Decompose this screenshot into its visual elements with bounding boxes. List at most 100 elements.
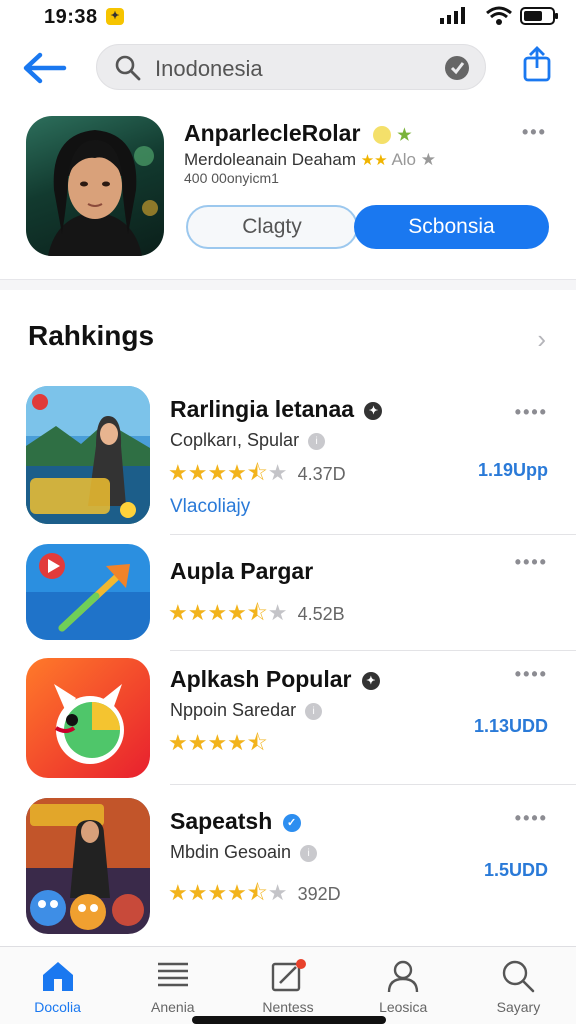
search-bar[interactable]: Inodonesia (96, 44, 486, 90)
home-indicator (192, 1016, 386, 1024)
star-badge-icon: ★ (397, 126, 412, 144)
app-size: 400 00onyicm1 (184, 170, 279, 186)
app-name: Aplkash Popular ✦ (170, 666, 380, 693)
search-icon (115, 55, 141, 81)
status-bar: 19:38 ✦ (0, 0, 576, 34)
app-icon (26, 798, 150, 934)
home-icon (42, 962, 73, 991)
app-icon (26, 658, 150, 778)
rankings-section: Rahkings › Rarlingia letanaa ✦ Coplkarı,… (0, 290, 576, 950)
notification-badge-icon: ✦ (106, 8, 124, 25)
rating-stars: ★★ (360, 152, 388, 169)
app-name: Sapeatsh ✓ (170, 808, 301, 835)
app-icon (26, 544, 150, 640)
list-item[interactable]: Aplkash Popular ✦ Nppoin Saredar i ★★★★⯪… (0, 656, 576, 785)
tab-profile[interactable]: Leosica (346, 947, 461, 1024)
rating-stars: ★★★★⯪★ 392D (168, 880, 341, 905)
app-name-text: Aplkash Popular (170, 666, 352, 692)
app-name-text: Rarlingia letanaa (170, 396, 355, 422)
rating-value: 392D (297, 884, 341, 904)
chevron-right-icon[interactable]: › (537, 324, 546, 355)
primary-button[interactable]: Scbonsia (354, 205, 549, 249)
list-item[interactable]: Sapeatsh ✓ Mbdin Gesoain i ★★★★⯪★ 392D •… (0, 796, 576, 940)
price-label[interactable]: 1.5UDD (484, 860, 548, 881)
tab-search[interactable]: Sayary (461, 947, 576, 1024)
more-options-icon[interactable]: •••• (515, 552, 548, 573)
tab-label: Leosica (379, 999, 428, 1015)
rating-stars: ★★★★⯪ (168, 730, 268, 755)
arrow-app-icon (26, 544, 150, 640)
status-indicators (438, 6, 560, 26)
rating-stars: ★★★★⯪★ 4.52B (168, 600, 345, 625)
section-title: Rahkings (28, 320, 155, 351)
app-icon[interactable] (26, 116, 164, 256)
navigation-bar: Inodonesia (0, 34, 576, 104)
app-store-screen: 19:38 ✦ Inodonesia AnparlecleRolar ★ Mer… (0, 0, 576, 1024)
rating-star-empty: ★ (420, 150, 436, 169)
app-header-card: AnparlecleRolar ★ Merdoleanain Deaham ★★… (0, 104, 576, 280)
back-arrow-icon[interactable] (20, 48, 70, 88)
developer-name: Merdoleanain Deaham (184, 150, 356, 169)
rating-value: 4.37D (297, 464, 346, 484)
verified-icon: ✓ (282, 813, 301, 832)
app-title: AnparlecleRolar ★ (184, 120, 412, 147)
more-options-icon[interactable]: •••• (515, 402, 548, 423)
app-category: Coplkarı, Spular i (170, 430, 326, 451)
rating-value: 4.52B (297, 604, 345, 624)
app-title-text: AnparlecleRolar (184, 120, 361, 146)
price-label[interactable]: 1.13UDD (474, 716, 548, 737)
tab-bar: Docolia Anenia Nentess Leosica Sayary (0, 946, 576, 1024)
app-tag[interactable]: Vlacoliajy (170, 496, 250, 518)
cartoon-app-icon (26, 798, 150, 934)
app-name-text: Sapeatsh (170, 808, 273, 834)
app-developer: Merdoleanain Deaham ★★ Alo ★ (184, 150, 436, 170)
secondary-button[interactable]: Clagty (186, 205, 358, 249)
badge-icon: ✦ (361, 671, 380, 690)
info-icon: i (300, 844, 318, 862)
rating-text: Alo (391, 150, 417, 169)
bird-app-icon (26, 658, 150, 778)
app-name: Rarlingia letanaa ✦ (170, 396, 383, 423)
status-time: 19:38 (44, 6, 98, 28)
share-icon[interactable] (522, 46, 552, 82)
app-category-text: Nppoin Saredar (170, 700, 297, 720)
tab-list[interactable]: Anenia (115, 947, 230, 1024)
tab-home[interactable]: Docolia (0, 947, 115, 1024)
clear-icon[interactable] (443, 54, 471, 82)
list-icon (157, 962, 188, 987)
app-category-text: Mbdin Gesoain (170, 842, 292, 862)
verified-icon (372, 125, 391, 144)
person-icon (388, 960, 419, 993)
battery-icon (520, 7, 558, 25)
wifi-icon (486, 6, 512, 25)
rating-stars: ★★★★⯪★ 4.37D (168, 460, 346, 485)
tab-label: Anenia (151, 999, 195, 1015)
tab-edit[interactable]: Nentess (230, 947, 345, 1024)
list-item[interactable]: Aupla Pargar ★★★★⯪★ 4.52B •••• (0, 542, 576, 654)
price-label[interactable]: 1.19Upp (478, 460, 548, 481)
tab-label: Docolia (34, 999, 81, 1015)
tab-label: Nentess (262, 999, 314, 1015)
search-icon (503, 960, 535, 993)
game-illustration (26, 386, 150, 524)
more-options-icon[interactable]: ••• (522, 122, 547, 143)
search-input[interactable]: Inodonesia (155, 56, 263, 82)
info-icon: i (308, 432, 326, 450)
app-category: Nppoin Saredar i (170, 700, 323, 721)
divider (170, 784, 576, 785)
tab-label: Sayary (496, 999, 541, 1015)
portrait-illustration (48, 130, 158, 256)
edit-icon (271, 959, 306, 992)
app-name: Aupla Pargar (170, 558, 314, 584)
divider (170, 650, 576, 651)
more-options-icon[interactable]: •••• (515, 664, 548, 685)
more-options-icon[interactable]: •••• (515, 808, 548, 829)
app-icon (26, 386, 150, 524)
app-category-text: Coplkarı, Spular (170, 430, 300, 450)
divider (170, 534, 576, 535)
list-item[interactable]: Rarlingia letanaa ✦ Coplkarı, Spular i ★… (0, 384, 576, 535)
app-category: Mbdin Gesoain i (170, 842, 318, 863)
badge-icon: ✦ (364, 401, 383, 420)
info-icon: i (305, 702, 323, 720)
signal-icon (440, 7, 465, 24)
